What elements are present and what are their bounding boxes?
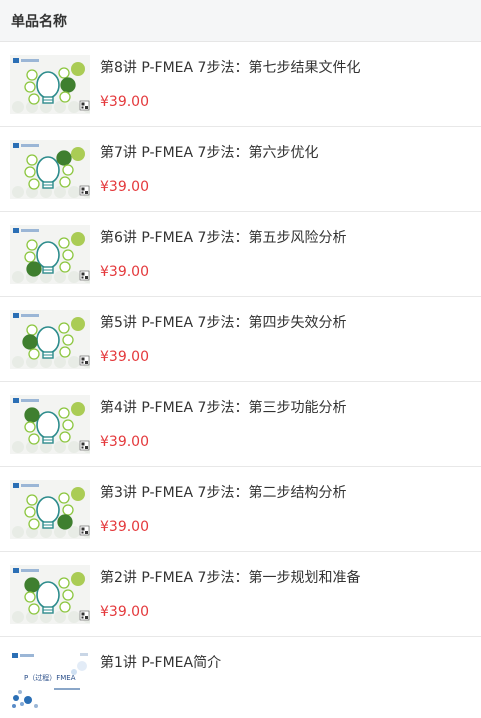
thumbnail-picture (10, 55, 90, 114)
item-title[interactable]: 第1讲 P-FMEA简介 (100, 652, 221, 672)
qr-code-icon (79, 185, 90, 196)
qr-code-icon (79, 440, 90, 451)
list-header: 单品名称 (0, 0, 481, 42)
list-item[interactable]: 第7讲 P-FMEA 7步法：第六步优化 ¥39.00 (0, 127, 481, 212)
item-price: ¥39.00 (100, 179, 149, 195)
qr-code-icon (79, 525, 90, 536)
thumbnail-intro-text: P（过程）FMEA (24, 673, 76, 682)
product-list: 第8讲 P-FMEA 7步法：第七步结果文件化 ¥39.00 第7讲 P-FME… (0, 42, 481, 718)
column-header-product-name: 单品名称 (11, 13, 67, 30)
qr-code-icon (79, 610, 90, 621)
item-title[interactable]: 第8讲 P-FMEA 7步法：第七步结果文件化 (100, 57, 360, 77)
thumbnail-picture (10, 395, 90, 454)
course-thumbnail[interactable] (10, 395, 90, 454)
item-title[interactable]: 第6讲 P-FMEA 7步法：第五步风险分析 (100, 227, 346, 247)
list-item[interactable]: 第6讲 P-FMEA 7步法：第五步风险分析 ¥39.00 (0, 212, 481, 297)
course-thumbnail-intro[interactable]: P（过程）FMEA (10, 650, 90, 709)
qr-code-icon (79, 355, 90, 366)
thumbnail-picture (10, 480, 90, 539)
list-item[interactable]: 第2讲 P-FMEA 7步法：第一步规划和准备 ¥39.00 (0, 552, 481, 637)
product-list-page: 单品名称 第8讲 P-FMEA 7步法：第七步结果文件化 ¥39.00 第7讲 … (0, 0, 481, 718)
qr-code-icon (79, 100, 90, 111)
item-price: ¥39.00 (100, 604, 149, 620)
item-price: ¥39.00 (100, 519, 149, 535)
item-title[interactable]: 第2讲 P-FMEA 7步法：第一步规划和准备 (100, 567, 360, 587)
course-thumbnail[interactable] (10, 310, 90, 369)
item-title[interactable]: 第3讲 P-FMEA 7步法：第二步结构分析 (100, 482, 346, 502)
item-price: ¥39.00 (100, 94, 149, 110)
list-item[interactable]: 第4讲 P-FMEA 7步法：第三步功能分析 ¥39.00 (0, 382, 481, 467)
list-item[interactable]: P（过程）FMEA 第1讲 P-FMEA简介 (0, 637, 481, 718)
qr-code-icon (79, 270, 90, 281)
course-thumbnail[interactable] (10, 225, 90, 284)
item-title[interactable]: 第4讲 P-FMEA 7步法：第三步功能分析 (100, 397, 346, 417)
item-title[interactable]: 第7讲 P-FMEA 7步法：第六步优化 (100, 142, 318, 162)
thumbnail-picture: P（过程）FMEA (10, 650, 90, 709)
thumbnail-picture (10, 565, 90, 624)
thumbnail-picture (10, 140, 90, 199)
list-item[interactable]: 第5讲 P-FMEA 7步法：第四步失效分析 ¥39.00 (0, 297, 481, 382)
thumbnail-picture (10, 225, 90, 284)
course-thumbnail[interactable] (10, 565, 90, 624)
course-thumbnail[interactable] (10, 140, 90, 199)
item-price: ¥39.00 (100, 349, 149, 365)
course-thumbnail[interactable] (10, 480, 90, 539)
thumbnail-picture (10, 310, 90, 369)
item-title[interactable]: 第5讲 P-FMEA 7步法：第四步失效分析 (100, 312, 346, 332)
item-price: ¥39.00 (100, 434, 149, 450)
list-item[interactable]: 第8讲 P-FMEA 7步法：第七步结果文件化 ¥39.00 (0, 42, 481, 127)
list-item[interactable]: 第3讲 P-FMEA 7步法：第二步结构分析 ¥39.00 (0, 467, 481, 552)
course-thumbnail[interactable] (10, 55, 90, 114)
item-price: ¥39.00 (100, 264, 149, 280)
